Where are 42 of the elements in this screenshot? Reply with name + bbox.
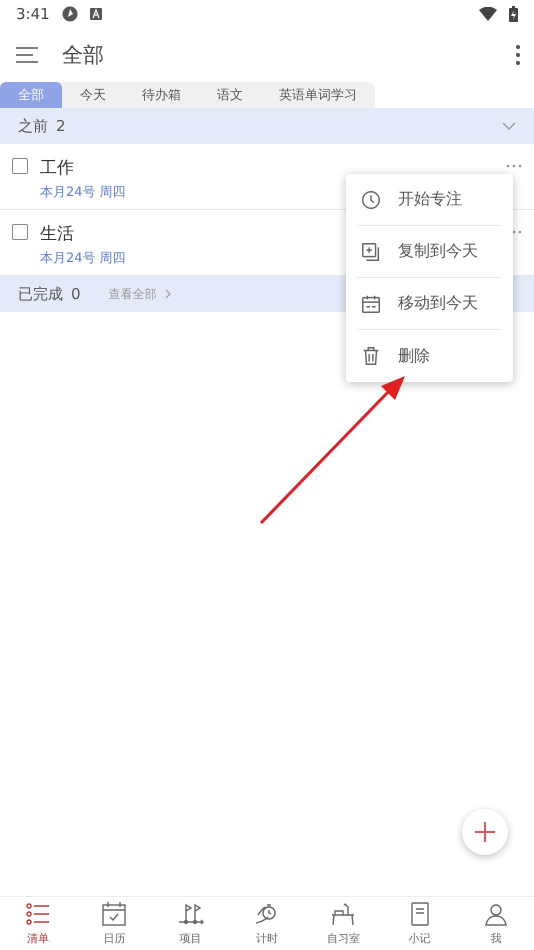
nav-tab[interactable]: 计时 bbox=[228, 897, 306, 950]
menu-item[interactable]: 删除 bbox=[358, 330, 501, 382]
battery-icon bbox=[509, 6, 518, 22]
nav-tab[interactable]: 我 bbox=[458, 897, 534, 950]
list-tab[interactable]: 待办箱 bbox=[124, 82, 199, 108]
menu-icon[interactable] bbox=[16, 47, 38, 63]
task-checkbox[interactable] bbox=[12, 158, 28, 174]
task-date: 本月24号 周四 bbox=[40, 184, 126, 201]
nav-tab[interactable]: 日历 bbox=[76, 897, 153, 950]
task-date: 本月24号 周四 bbox=[40, 250, 126, 267]
task-checkbox[interactable] bbox=[12, 224, 28, 240]
task-title: 工作 bbox=[40, 157, 74, 179]
more-icon[interactable] bbox=[516, 45, 520, 65]
list-tab[interactable]: 语文 bbox=[199, 82, 261, 108]
task-title: 生活 bbox=[40, 223, 74, 245]
section-title: 之前 bbox=[18, 116, 48, 136]
menu-item[interactable]: 移动到今天 bbox=[358, 278, 501, 330]
nav-tab[interactable]: 项目 bbox=[152, 897, 229, 950]
list-tab[interactable]: 今天 bbox=[62, 82, 124, 108]
plus-icon bbox=[475, 822, 495, 842]
copy-icon bbox=[360, 240, 382, 262]
calendar-icon bbox=[101, 901, 128, 927]
add-button[interactable] bbox=[462, 809, 508, 855]
menu-item[interactable]: 复制到今天 bbox=[358, 226, 501, 278]
flags-icon bbox=[178, 901, 204, 927]
nav-tab[interactable]: 清单 bbox=[0, 897, 76, 950]
section-count: 2 bbox=[56, 117, 66, 135]
list-tab[interactable]: 英语单词学习 bbox=[261, 82, 375, 108]
desk-icon bbox=[330, 901, 356, 927]
chevron-right-icon bbox=[164, 289, 171, 299]
section-header[interactable]: 之前 2 bbox=[0, 108, 534, 144]
nav-tab[interactable]: 小记 bbox=[381, 897, 458, 950]
keyboard-icon bbox=[90, 8, 102, 20]
section-title: 已完成 bbox=[18, 284, 63, 304]
wifi-icon bbox=[479, 7, 497, 21]
page-title: 全部 bbox=[62, 42, 104, 69]
status-time: 3:41 bbox=[16, 5, 50, 23]
nav-tab[interactable]: 自习室 bbox=[305, 897, 382, 950]
clock-icon bbox=[360, 188, 382, 210]
section-count: 0 bbox=[71, 285, 81, 303]
list-icon bbox=[25, 901, 52, 927]
menu-item[interactable]: 开始专注 bbox=[358, 174, 501, 226]
